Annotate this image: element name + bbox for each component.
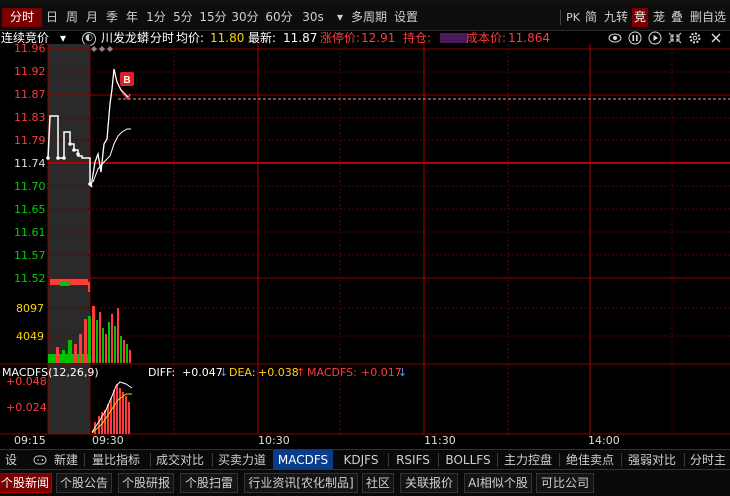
play-icon[interactable] bbox=[648, 31, 662, 45]
price-tick: 11.70 bbox=[14, 180, 46, 193]
diff-label: DIFF: bbox=[148, 366, 176, 379]
tab-buy-sell-force[interactable]: 买卖力道 bbox=[216, 450, 268, 470]
tab-stock-news[interactable]: 个股新闻 bbox=[0, 473, 52, 493]
macdfs-label: MACDFS: bbox=[307, 366, 357, 379]
period-dropdown-icon[interactable]: ▾ bbox=[334, 8, 346, 27]
collapse-icon[interactable] bbox=[668, 32, 682, 44]
dea-value: +0.038 bbox=[258, 366, 299, 379]
price-tick: 11.83 bbox=[14, 111, 46, 124]
tab-settings[interactable]: 设置 bbox=[0, 450, 22, 487]
tab-60min[interactable]: 60分 bbox=[264, 8, 294, 27]
tab-best-sell[interactable]: 绝佳卖点 bbox=[562, 450, 618, 470]
tab-week[interactable]: 周 bbox=[64, 8, 80, 27]
time-tick: 09:15 bbox=[14, 434, 46, 447]
tab-strength-compare[interactable]: 强弱对比 bbox=[624, 450, 680, 470]
tab-related-quotes[interactable]: 关联报价 bbox=[400, 473, 458, 493]
tab-comparable-companies[interactable]: 可比公司 bbox=[536, 473, 594, 493]
gear-icon[interactable] bbox=[688, 31, 702, 45]
time-tick: 09:30 bbox=[92, 434, 124, 447]
tab-intraday-main[interactable]: 分时主 bbox=[686, 450, 730, 470]
price-tick: 11.79 bbox=[14, 134, 46, 147]
price-tick: 11.96 bbox=[14, 42, 46, 55]
macd-tick: +0.048 bbox=[6, 375, 47, 388]
price-tick: 11.65 bbox=[14, 203, 46, 216]
tab-stock-risk-scan[interactable]: 个股扫雷 bbox=[180, 473, 238, 493]
tab-new[interactable]: 新建 bbox=[52, 450, 80, 470]
stack-button[interactable]: 叠 bbox=[670, 8, 684, 27]
tab-industry-news[interactable]: 行业资讯[农化制品] bbox=[244, 473, 358, 493]
tab-day[interactable]: 日 bbox=[44, 8, 60, 27]
price-tick: 11.87 bbox=[14, 88, 46, 101]
tab-trade-compare[interactable]: 成交对比 bbox=[154, 450, 206, 470]
simple-button[interactable]: 简 bbox=[584, 8, 598, 27]
event-diamonds bbox=[91, 46, 113, 52]
period-toolbar: 分时 日 周 月 季 年 1分 5分 15分 30分 60分 30s ▾ 多周期… bbox=[0, 6, 730, 31]
intraday-chart: B bbox=[0, 44, 730, 435]
down-arrow-icon: ↓ bbox=[398, 366, 408, 379]
price-line bbox=[90, 68, 129, 188]
tab-minute[interactable]: 分时 bbox=[2, 8, 42, 27]
price-tick: 11.57 bbox=[14, 249, 46, 262]
volume-tick: 8097 bbox=[16, 302, 44, 315]
time-tick: 11:30 bbox=[424, 434, 456, 447]
tab-30s[interactable]: 30s bbox=[300, 8, 326, 27]
tab-volume-ratio[interactable]: 量比指标 bbox=[88, 450, 144, 470]
tab-5min[interactable]: 5分 bbox=[170, 8, 196, 27]
tab-30min[interactable]: 30分 bbox=[230, 8, 260, 27]
close-icon[interactable] bbox=[710, 32, 722, 44]
position-value-mask bbox=[440, 33, 468, 43]
indicator-tab-bar: 设置 新建 量比指标 成交对比 买卖力道 MACDFS KDJFS RSIFS … bbox=[0, 449, 730, 487]
tab-month[interactable]: 月 bbox=[84, 8, 100, 27]
tab-year[interactable]: 年 bbox=[124, 8, 140, 27]
tab-macdfs[interactable]: MACDFS bbox=[273, 450, 333, 470]
overlay-button[interactable]: 茏 bbox=[652, 8, 666, 27]
price-tick: 11.92 bbox=[14, 65, 46, 78]
tab-quarter[interactable]: 季 bbox=[104, 8, 120, 27]
buy-marker-label: B bbox=[123, 75, 130, 86]
horizontal-grid bbox=[48, 71, 730, 337]
gamepad-icon[interactable] bbox=[33, 454, 47, 466]
price-tick: 11.74 bbox=[14, 157, 46, 170]
price-tick: 11.61 bbox=[14, 226, 46, 239]
macd-info-line: MACDFS(12,26,9) DIFF: +0.047 ↓ DEA: +0.0… bbox=[0, 366, 730, 380]
pk-button[interactable]: PK bbox=[564, 8, 582, 27]
down-arrow-icon: ↓ bbox=[219, 366, 229, 379]
nine-turn-button[interactable]: 九转 bbox=[602, 8, 630, 27]
pause-icon[interactable] bbox=[628, 31, 642, 45]
tab-stock-research[interactable]: 个股研报 bbox=[118, 473, 174, 493]
tab-multi-period[interactable]: 多周期 bbox=[348, 8, 390, 27]
diff-value: +0.047 bbox=[182, 366, 223, 379]
news-tab-bar: 个股新闻 个股公告 个股研报 个股扫雷 行业资讯[农化制品] 社区 关联报价 A… bbox=[0, 469, 730, 496]
settings-button[interactable]: 设置 bbox=[392, 8, 420, 27]
dea-label: DEA: bbox=[229, 366, 256, 379]
auction-button[interactable]: 竞 bbox=[632, 8, 648, 27]
tab-ai-similar[interactable]: AI相似个股 bbox=[464, 473, 532, 493]
volume-tick: 4049 bbox=[16, 330, 44, 343]
remove-watchlist-button[interactable]: 删自选 bbox=[688, 8, 728, 27]
tab-stock-announcements[interactable]: 个股公告 bbox=[56, 473, 112, 493]
tab-rsifs[interactable]: RSIFS bbox=[392, 450, 434, 470]
tab-main-control[interactable]: 主力控盘 bbox=[500, 450, 556, 470]
eye-icon[interactable] bbox=[608, 32, 622, 44]
tab-community[interactable]: 社区 bbox=[362, 473, 394, 493]
tab-bollfs[interactable]: BOLLFS bbox=[442, 450, 494, 470]
tab-kdjfs[interactable]: KDJFS bbox=[337, 450, 385, 470]
macdfs-value: +0.017 bbox=[361, 366, 402, 379]
price-tick: 11.52 bbox=[14, 272, 46, 285]
up-arrow-icon: ↑ bbox=[296, 366, 306, 379]
tab-15min[interactable]: 15分 bbox=[198, 8, 228, 27]
time-tick: 10:30 bbox=[258, 434, 290, 447]
time-axis: 09:15 09:30 10:30 11:30 14:00 bbox=[0, 434, 730, 448]
time-tick: 14:00 bbox=[588, 434, 620, 447]
macd-tick: +0.024 bbox=[6, 401, 47, 414]
tab-1min[interactable]: 1分 bbox=[144, 8, 168, 27]
